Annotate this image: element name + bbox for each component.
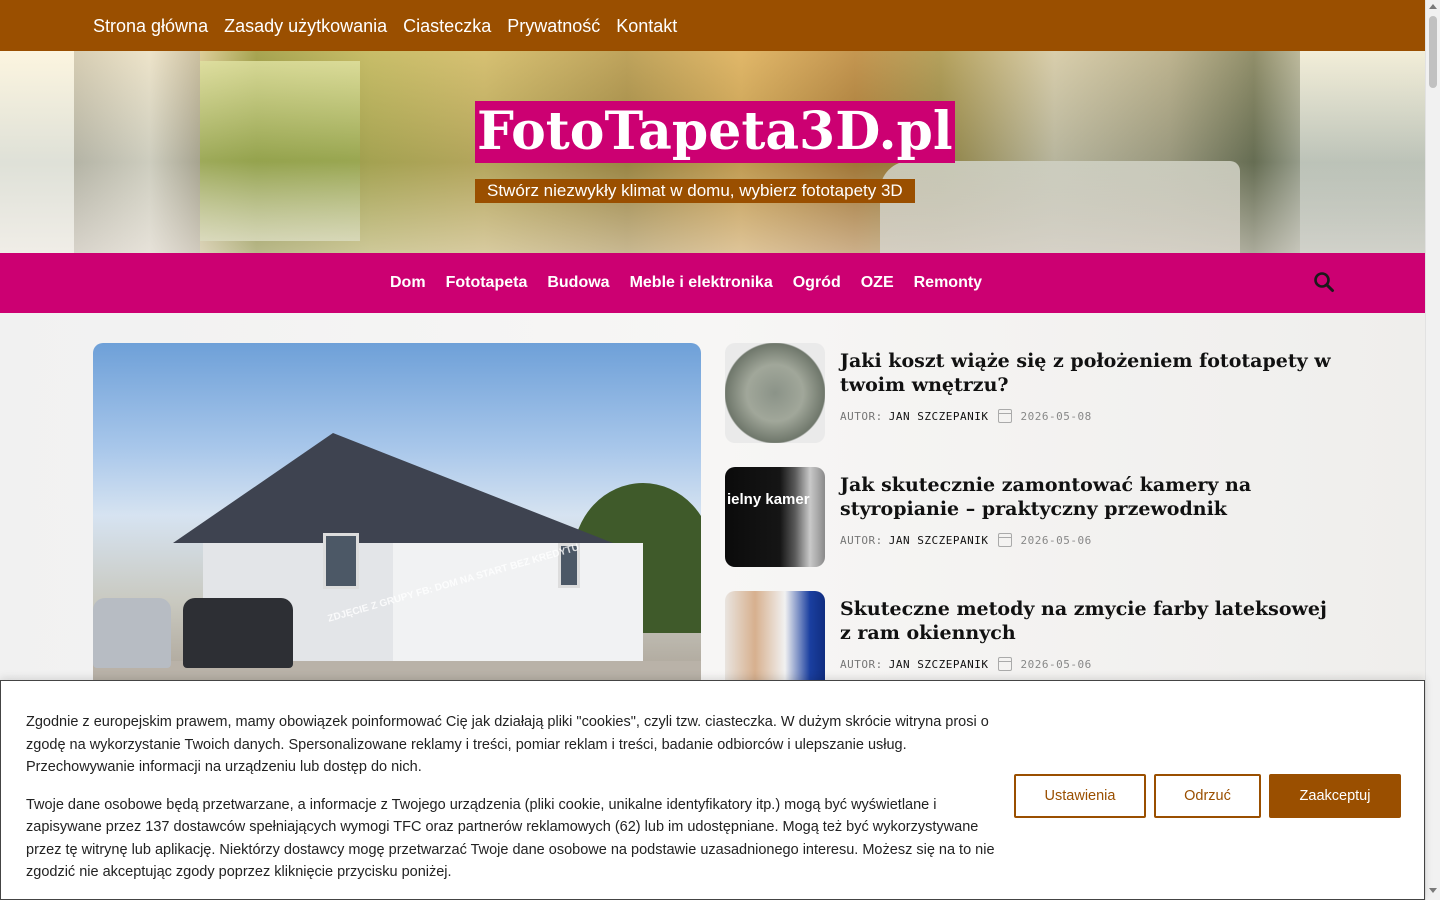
post-thumbnail[interactable] [725,591,825,691]
page-scrollbar[interactable] [1425,0,1440,900]
site-title[interactable]: FotoTapeta3D.pl [475,101,955,163]
top-nav-privacy[interactable]: Prywatność [507,14,600,38]
post-title[interactable]: Jaki koszt wiąże się z położeniem fotota… [840,349,1340,397]
category-remonty[interactable]: Remonty [914,272,982,294]
cookie-paragraph-1: Zgodnie z europejskim prawem, mamy obowi… [26,714,989,775]
calendar-icon [998,409,1013,423]
cookie-consent-banner: Zgodnie z europejskim prawem, mamy obowi… [0,680,1425,900]
site-tagline: Stwórz niezwykły klimat w domu, wybierz … [475,179,915,203]
category-ogrod[interactable]: Ogród [793,272,841,294]
cookie-accept-button[interactable]: Zaakceptuj [1269,774,1401,818]
post-author[interactable]: JAN SZCZEPANIK [889,410,989,423]
post-date: 2026-05-06 [1020,533,1092,547]
post-meta: AUTOR: JAN SZCZEPANIK 2026-05-06 [840,533,1092,547]
list-item[interactable]: ielny kamer Jak skutecznie zamontować ka… [725,467,1345,567]
cookie-reject-button[interactable]: Odrzuć [1154,774,1261,818]
scroll-down-icon[interactable] [1429,888,1437,893]
top-bar: Strona główna Zasady użytkowania Ciastec… [0,0,1425,51]
author-label: AUTOR: [840,533,883,547]
post-meta: AUTOR: JAN SZCZEPANIK 2026-05-06 [840,657,1092,671]
category-bar: Dom Fototapeta Budowa Meble i elektronik… [0,253,1425,313]
category-budowa[interactable]: Budowa [547,272,609,294]
author-label: AUTOR: [840,657,883,671]
category-fototapeta[interactable]: Fototapeta [446,272,528,294]
category-meble[interactable]: Meble i elektronika [630,272,773,294]
post-date: 2026-05-06 [1020,657,1092,671]
calendar-icon [998,657,1013,671]
top-nav: Strona główna Zasady użytkowania Ciastec… [93,14,677,38]
list-item[interactable]: Skuteczne metody na zmycie farby latekso… [725,591,1345,691]
author-label: AUTOR: [840,409,883,423]
cookie-settings-button[interactable]: Ustawienia [1014,774,1146,818]
search-icon[interactable] [1313,271,1335,293]
post-thumbnail[interactable] [725,343,825,443]
featured-post-image[interactable]: ZDJĘCIE Z GRUPY FB: DOM NA START BEZ KRE… [93,343,701,688]
category-dom[interactable]: Dom [390,272,426,294]
post-thumbnail[interactable]: ielny kamer [725,467,825,567]
top-nav-contact[interactable]: Kontakt [616,14,677,38]
category-oze[interactable]: OZE [861,272,894,294]
top-nav-home[interactable]: Strona główna [93,14,208,38]
thumbnail-text: ielny kamer [727,491,810,508]
post-author[interactable]: JAN SZCZEPANIK [889,534,989,547]
post-title[interactable]: Skuteczne metody na zmycie farby latekso… [840,597,1340,645]
top-nav-terms[interactable]: Zasady użytkowania [224,14,387,38]
post-title[interactable]: Jak skutecznie zamontować kamery na styr… [840,473,1340,521]
cookie-paragraph-2: Twoje dane osobowe będą przetwarzane, a … [26,796,995,881]
scroll-up-icon[interactable] [1429,4,1437,9]
top-nav-cookies[interactable]: Ciasteczka [403,14,491,38]
post-meta: AUTOR: JAN SZCZEPANIK 2026-05-08 [840,409,1092,423]
post-date: 2026-05-08 [1020,409,1092,423]
post-author[interactable]: JAN SZCZEPANIK [889,658,989,671]
category-nav: Dom Fototapeta Budowa Meble i elektronik… [390,272,982,294]
cookie-text: Zgodnie z europejskim prawem, mamy obowi… [26,711,1001,884]
scrollbar-thumb[interactable] [1429,16,1437,88]
calendar-icon [998,533,1013,547]
list-item[interactable]: Jaki koszt wiąże się z położeniem fotota… [725,343,1345,443]
